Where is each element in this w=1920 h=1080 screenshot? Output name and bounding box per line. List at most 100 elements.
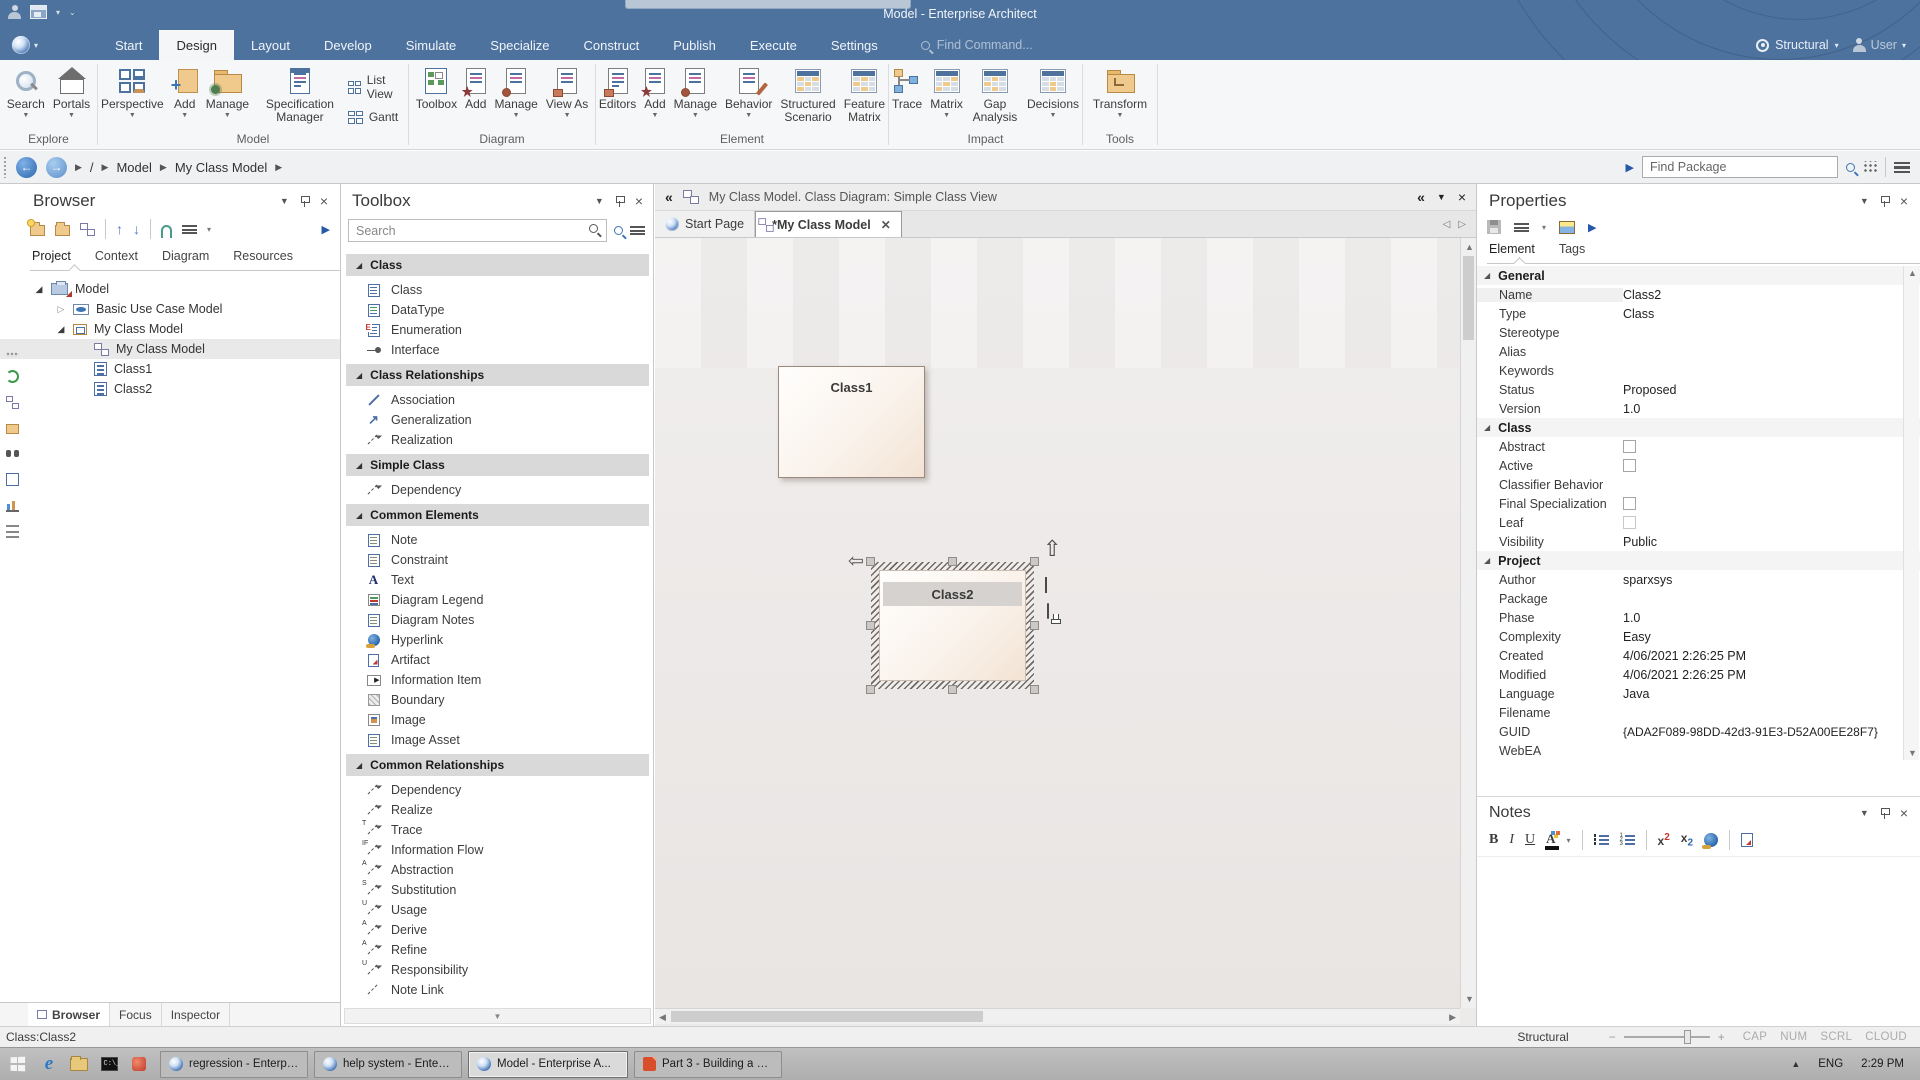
- prop-row-language[interactable]: LanguageJava: [1477, 684, 1920, 703]
- tab-execute[interactable]: Execute: [733, 30, 814, 60]
- toolbar-grip[interactable]: [3, 156, 7, 178]
- toolbox-item-datatype[interactable]: DataType: [344, 300, 651, 320]
- perspective-button[interactable]: Perspective▼: [98, 63, 167, 125]
- zoom-slider[interactable]: [1624, 1036, 1710, 1038]
- pin-icon[interactable]: [616, 196, 623, 207]
- toolbox-item-dependency[interactable]: Dependency: [344, 480, 651, 500]
- expand-icon[interactable]: ▶: [1626, 161, 1634, 174]
- close-tab-icon[interactable]: ✕: [881, 218, 891, 232]
- properties-tab-tags[interactable]: Tags: [1557, 238, 1587, 263]
- scroll-left-icon[interactable]: ◀: [659, 1012, 666, 1023]
- breadcrumb-model[interactable]: Model: [116, 160, 151, 175]
- prop-row-phase[interactable]: Phase1.0: [1477, 608, 1920, 627]
- toolbox-item-dependency-rel[interactable]: Dependency: [344, 780, 651, 800]
- behavior-button[interactable]: Behavior▼: [722, 63, 775, 125]
- toolbox-item-realize[interactable]: Realize: [344, 800, 651, 820]
- bottom-tab-focus[interactable]: Focus: [110, 1003, 162, 1026]
- uml-class-class1[interactable]: Class1: [778, 366, 925, 478]
- scrollbar-thumb[interactable]: [671, 1011, 983, 1022]
- back-button[interactable]: ←: [16, 157, 37, 178]
- active-checkbox[interactable]: [1623, 459, 1636, 472]
- toolbox-item-association[interactable]: Association: [344, 390, 651, 410]
- toolbox-item-responsibility[interactable]: UResponsibility: [344, 960, 651, 980]
- toolbox-item-substitution[interactable]: SSubstitution: [344, 880, 651, 900]
- toolbox-section-class[interactable]: ◢Class: [346, 254, 649, 276]
- bottom-tab-browser[interactable]: Browser: [28, 1003, 110, 1026]
- tab-construct[interactable]: Construct: [567, 30, 657, 60]
- trace-button[interactable]: Trace: [889, 63, 925, 125]
- chevron-down-icon[interactable]: ▾: [1542, 223, 1546, 232]
- taskbar-cmd-icon[interactable]: C:\_: [94, 1048, 124, 1080]
- toolbox-scroll-strip[interactable]: ▼: [344, 1008, 651, 1024]
- scroll-down-icon[interactable]: ▼: [1908, 748, 1917, 758]
- user-menu[interactable]: User ▾: [1853, 38, 1906, 52]
- taskbar-ie-icon[interactable]: e: [34, 1048, 64, 1080]
- zoom-in-icon[interactable]: +: [1718, 1030, 1725, 1044]
- tree-item-my-class-model-package[interactable]: ◢ My Class Model: [0, 319, 340, 339]
- toolbox-item-derive[interactable]: ADerive: [344, 920, 651, 940]
- view-as-button[interactable]: View As▼: [543, 63, 591, 120]
- prop-row-alias[interactable]: Alias: [1477, 342, 1920, 361]
- search-icon[interactable]: [1846, 163, 1855, 172]
- toolbox-item-note-link[interactable]: Note Link: [344, 980, 651, 1000]
- prop-row-visibility[interactable]: VisibilityPublic: [1477, 532, 1920, 551]
- hyperlink-button[interactable]: [1704, 833, 1718, 847]
- start-button[interactable]: [0, 1048, 34, 1080]
- scroll-right-icon[interactable]: ▶: [1449, 1012, 1456, 1023]
- toolbox-search-input[interactable]: [348, 219, 607, 242]
- tab-settings[interactable]: Settings: [814, 30, 895, 60]
- tab-layout[interactable]: Layout: [234, 30, 307, 60]
- prop-section-class[interactable]: ◢Class: [1477, 418, 1920, 437]
- model-manage-button[interactable]: Manage▼: [203, 63, 252, 125]
- uml-class-class2[interactable]: Class2: [879, 570, 1026, 681]
- close-icon[interactable]: ×: [1900, 196, 1908, 206]
- browser-menu-icon[interactable]: [182, 225, 197, 234]
- final-specialization-checkbox[interactable]: [1623, 497, 1636, 510]
- resize-handle-n[interactable]: [948, 557, 957, 566]
- browser-tab-project[interactable]: Project: [30, 245, 73, 270]
- toolbox-item-diagram-legend[interactable]: Diagram Legend: [344, 590, 651, 610]
- leaf-checkbox[interactable]: [1623, 516, 1636, 529]
- collapse-icon[interactable]: ◢: [34, 284, 44, 295]
- prop-row-name[interactable]: NameClass2: [1477, 285, 1920, 304]
- toolbox-button[interactable]: Toolbox: [413, 63, 460, 120]
- toolbox-item-information-item[interactable]: Information Item: [344, 670, 651, 690]
- resize-handle-sw[interactable]: [866, 685, 875, 694]
- list-icon[interactable]: [6, 525, 19, 538]
- taskbar-window-regression[interactable]: regression - Enterpris...: [160, 1051, 308, 1078]
- prop-row-author[interactable]: Authorsparxsys: [1477, 570, 1920, 589]
- resize-handle-w[interactable]: [866, 621, 875, 630]
- tree-item-my-class-model-diagram[interactable]: My Class Model: [0, 339, 340, 359]
- chevron-down-icon[interactable]: ▾: [207, 225, 211, 234]
- close-icon[interactable]: ×: [320, 196, 328, 206]
- tray-clock[interactable]: 2:29 PM: [1861, 1058, 1904, 1070]
- toolbox-section-simple-class[interactable]: ◢Simple Class: [346, 454, 649, 476]
- locate-icon[interactable]: [161, 225, 172, 238]
- scroll-down-icon[interactable]: ▼: [1465, 994, 1474, 1004]
- toolbox-section-common-elements[interactable]: ◢Common Elements: [346, 504, 649, 526]
- prop-row-abstract[interactable]: Abstract: [1477, 437, 1920, 456]
- close-icon[interactable]: ×: [1900, 808, 1908, 818]
- prop-row-stereotype[interactable]: Stereotype: [1477, 323, 1920, 342]
- tab-specialize[interactable]: Specialize: [473, 30, 566, 60]
- superscript-button[interactable]: x2: [1658, 832, 1670, 848]
- grid-options-icon[interactable]: [1863, 161, 1877, 174]
- find-package-input[interactable]: [1642, 156, 1838, 178]
- taskbar-app-icon[interactable]: [124, 1048, 154, 1080]
- notes-editor[interactable]: Activate Windows Go to PC settings to ac…: [1477, 857, 1920, 1007]
- properties-tab-element[interactable]: Element: [1487, 238, 1537, 263]
- scrollbar-thumb[interactable]: [1463, 256, 1474, 340]
- search-button[interactable]: Search▼: [4, 63, 48, 120]
- expand-icon[interactable]: ▶: [322, 223, 330, 236]
- diagram-canvas[interactable]: Class1 Class2 ⇦ ⇧: [655, 238, 1460, 1008]
- panel-menu-icon[interactable]: ▼: [595, 196, 604, 206]
- tree-item-basic-use-case-model[interactable]: ▷ Basic Use Case Model: [0, 299, 340, 319]
- diagram-icon[interactable]: [6, 396, 19, 409]
- taskbar-explorer-icon[interactable]: [64, 1048, 94, 1080]
- transform-button[interactable]: Transform▼: [1090, 63, 1150, 120]
- numbered-list-button[interactable]: [1620, 834, 1635, 846]
- resize-handle-nw[interactable]: [866, 557, 875, 566]
- scroll-up-icon[interactable]: ▲: [1465, 242, 1474, 252]
- prop-row-classifier-behavior[interactable]: Classifier Behavior: [1477, 475, 1920, 494]
- toolbox-item-class[interactable]: Class: [344, 280, 651, 300]
